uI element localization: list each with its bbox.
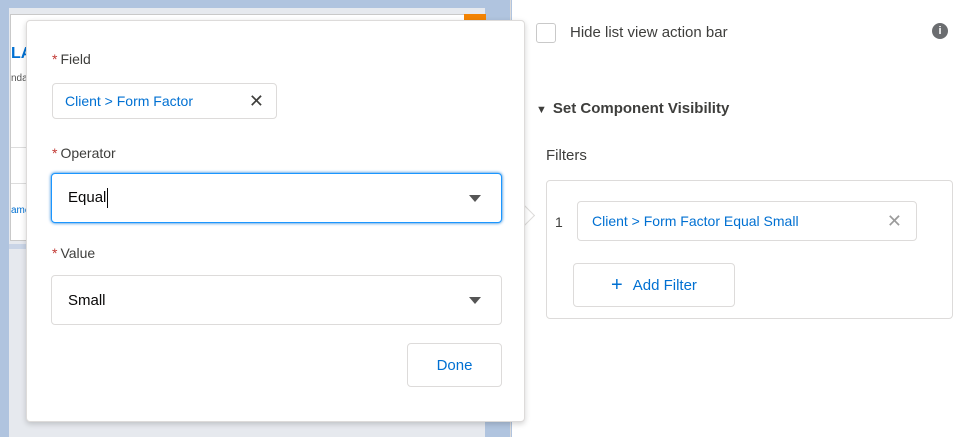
add-filter-label: Add Filter — [632, 276, 697, 294]
filter-edit-popover: * Field Client > Form Factor ✕ * Operator … — [26, 20, 525, 422]
add-filter-button[interactable]: + Add Filter — [573, 263, 735, 307]
close-icon[interactable]: ✕ — [887, 211, 902, 232]
text-cursor — [107, 188, 109, 208]
value-select[interactable]: Small — [51, 275, 502, 325]
hide-action-bar-checkbox[interactable] — [536, 23, 556, 43]
filters-label: Filters — [546, 147, 587, 164]
operator-label: * Operator — [52, 145, 116, 161]
filter-index: 1 — [555, 214, 563, 230]
info-icon[interactable]: i — [932, 23, 948, 39]
hide-action-bar-label: Hide list view action bar — [570, 24, 728, 41]
chevron-down-icon — [469, 296, 481, 304]
value-label: * Value — [52, 245, 96, 261]
required-marker: * — [52, 51, 58, 67]
filter-pill-text: Client > Form Factor Equal Small — [592, 213, 799, 229]
triangle-down-icon: ▼ — [536, 104, 547, 116]
field-pill[interactable]: Client > Form Factor ✕ — [52, 83, 277, 119]
component-visibility-toggle[interactable]: ▼ Set Component Visibility — [536, 100, 729, 117]
filter-pill[interactable]: Client > Form Factor Equal Small ✕ — [577, 201, 917, 241]
operator-select-value: Equal — [68, 188, 469, 208]
section-title: Set Component Visibility — [552, 100, 730, 117]
close-icon[interactable]: ✕ — [249, 91, 264, 112]
required-marker: * — [52, 145, 58, 161]
plus-icon: + — [611, 273, 623, 296]
chevron-down-icon — [469, 194, 481, 202]
operator-select[interactable]: Equal — [51, 173, 502, 223]
value-select-value: Small — [68, 291, 106, 309]
filters-container: 1 Client > Form Factor Equal Small ✕ + Ad… — [546, 180, 953, 319]
field-label: * Field — [52, 51, 91, 67]
field-pill-text: Client > Form Factor — [65, 93, 193, 109]
required-marker: * — [52, 245, 58, 261]
done-button[interactable]: Done — [407, 343, 502, 387]
